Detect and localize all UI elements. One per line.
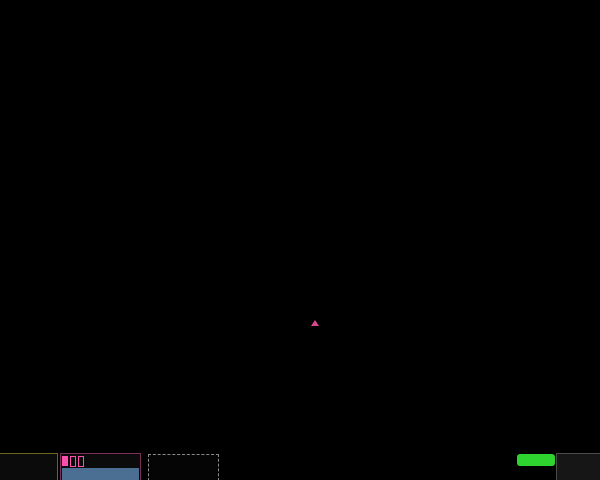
waveform-grid[interactable] [0,0,600,320]
timebase-value [557,455,600,457]
channel-c1-header [0,454,57,467]
bottom-bar [0,452,600,480]
channel-c2-eres-badge [70,456,76,467]
channel-c2-tab[interactable] [62,456,68,466]
channel-c1-scale [0,467,57,480]
channel-c2-header [61,454,140,467]
time-axis [0,320,600,338]
channel-c1-descriptor[interactable] [0,453,58,480]
trigger-position-marker[interactable] [311,320,319,326]
channel-c2-coupling-badge [78,456,84,467]
measure-histicons [0,431,600,452]
timebase-descriptor[interactable] [556,453,600,480]
hd-mode-badge [517,454,555,466]
add-trace-button[interactable] [148,454,219,480]
measure-table [0,338,600,432]
channel-c2-scale [62,468,139,480]
oscilloscope-screen [0,0,600,480]
channel-c2-descriptor[interactable] [60,453,141,480]
